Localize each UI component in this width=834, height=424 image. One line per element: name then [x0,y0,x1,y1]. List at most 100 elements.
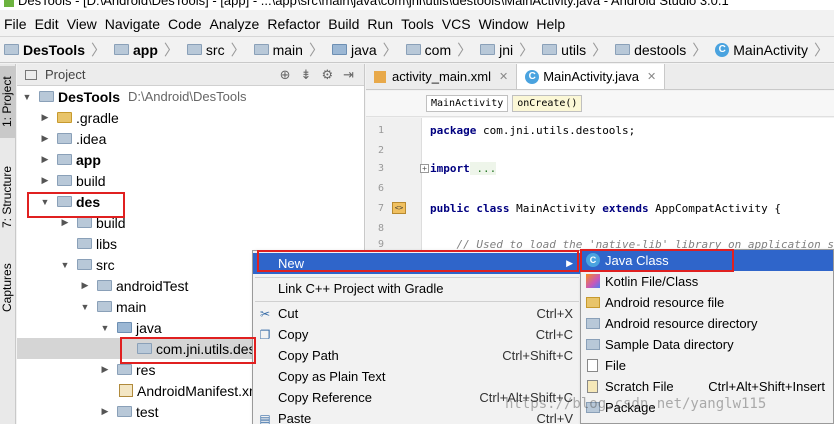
source-folder-icon [117,322,132,333]
menu-code[interactable]: Code [166,16,207,32]
menu-run[interactable]: Run [365,16,399,32]
package-icon [405,44,421,55]
chevron-right-icon: 〉 [457,42,473,59]
activity-gutter-icon[interactable]: <> [392,202,406,214]
module-folder-icon [57,196,72,207]
gear-icon[interactable]: ⚙ [321,67,333,83]
tab-activity-main-xml[interactable]: activity_main.xml ✕ [366,64,518,89]
tree-item-gradle[interactable]: ▶ .gradle [17,107,364,128]
tree-item-build[interactable]: ▶ build [17,170,364,191]
collapse-arrow-icon[interactable]: ▶ [39,175,51,186]
crumb-java[interactable]: java 〉 [331,39,402,60]
collapse-arrow-icon[interactable]: ▶ [39,112,51,123]
menu-item-paste[interactable]: ▤ Paste Ctrl+V [253,408,581,424]
package-icon [137,343,152,354]
menu-vcs[interactable]: VCS [440,16,477,32]
submenu-item-android-resource-directory[interactable]: Android resource directory [581,313,833,334]
editor-crumb-method[interactable]: onCreate() [512,95,583,112]
crumb-src[interactable]: src 〉 [186,39,250,60]
tree-item-idea[interactable]: ▶ .idea [17,128,364,149]
fold-expand-icon[interactable]: + [420,164,429,173]
menu-navigate[interactable]: Navigate [103,16,166,32]
menu-view[interactable]: View [65,16,103,32]
tab-captures-tool[interactable]: Captures [0,258,16,318]
expand-arrow-icon[interactable]: ▼ [21,92,33,102]
editor-crumb-class[interactable]: MainActivity [426,95,509,112]
chevron-right-icon: 〉 [813,42,829,59]
collapse-arrow-icon[interactable]: ▶ [99,406,111,417]
menu-analyze[interactable]: Analyze [208,16,266,32]
collapse-all-icon[interactable]: ⇟ [301,67,312,83]
package-icon [615,44,631,55]
chevron-right-icon: 〉 [90,42,106,59]
menu-item-cut[interactable]: ✂ Cut Ctrl+X [253,303,581,324]
chevron-right-icon: 〉 [692,42,708,59]
menu-tools[interactable]: Tools [399,16,440,32]
project-view-icon [25,69,37,80]
hide-panel-icon[interactable]: ⇥ [343,67,354,83]
submenu-item-scratch-file[interactable]: Scratch File Ctrl+Alt+Shift+Insert [581,376,833,397]
expand-arrow-icon[interactable]: ▼ [99,323,111,333]
submenu-item-package[interactable]: Package [581,397,833,418]
tree-item-des-build[interactable]: ▶ build [17,212,364,233]
menu-item-new[interactable]: New ▶ [253,253,581,274]
menu-build[interactable]: Build [326,16,365,32]
crumb-utils[interactable]: utils 〉 [542,39,611,60]
crumb-app[interactable]: app 〉 [114,39,183,60]
expand-arrow-icon[interactable]: ▼ [59,260,71,270]
menu-refactor[interactable]: Refactor [265,16,326,32]
menu-bar: File Edit View Navigate Code Analyze Ref… [0,13,834,35]
menu-item-copy-plain-text[interactable]: Copy as Plain Text [253,366,581,387]
submenu-item-sample-data-directory[interactable]: Sample Data directory [581,334,833,355]
menu-item-copy-reference[interactable]: Copy Reference Ctrl+Alt+Shift+C [253,387,581,408]
submenu-arrow-icon: ▶ [566,258,573,268]
scissors-icon: ✂ [259,306,271,321]
folder-icon [97,301,112,312]
submenu-item-kotlin-file[interactable]: Kotlin File/Class [581,271,833,292]
crumb-destools-package[interactable]: destools 〉 [615,39,711,60]
expand-arrow-icon[interactable]: ▼ [39,197,51,207]
crumb-com[interactable]: com 〉 [405,39,476,60]
menu-edit[interactable]: Edit [33,16,65,32]
tab-mainactivity-java[interactable]: C MainActivity.java ✕ [517,64,666,89]
expand-arrow-icon[interactable]: ▼ [79,302,91,312]
editor-breadcrumb: MainActivity onCreate() [366,91,834,117]
menu-item-copy-path[interactable]: Copy Path Ctrl+Shift+C [253,345,581,366]
tab-project-tool[interactable]: 1: Project [0,66,16,138]
project-panel-title[interactable]: Project [45,67,85,82]
tree-item-destools[interactable]: ▼ DesTools D:\Android\DesTools [17,86,364,107]
tree-item-des[interactable]: ▼ des [17,191,364,212]
new-submenu: C Java Class Kotlin File/Class Android r… [580,249,834,424]
collapse-arrow-icon[interactable]: ▶ [39,133,51,144]
submenu-item-java-class[interactable]: C Java Class [581,250,833,271]
folder-icon [186,44,202,55]
crumb-main[interactable]: main 〉 [253,39,328,60]
collapse-arrow-icon[interactable]: ▶ [99,364,111,375]
collapse-arrow-icon[interactable]: ▶ [79,280,91,291]
chevron-right-icon: 〉 [308,42,324,59]
menu-window[interactable]: Window [477,16,535,32]
menu-help[interactable]: Help [534,16,571,32]
package-icon [586,402,600,413]
crumb-jni[interactable]: jni 〉 [480,39,538,60]
tree-item-app[interactable]: ▶ app [17,149,364,170]
menu-separator [255,301,579,302]
resource-folder-icon [117,364,132,375]
submenu-item-file[interactable]: File [581,355,833,376]
tab-structure-tool[interactable]: 7: Structure [0,156,16,238]
locate-icon[interactable]: ⊕ [280,67,291,83]
crumb-destools[interactable]: DesTools 〉 [4,39,110,60]
folder-icon [586,339,600,350]
menu-file[interactable]: File [2,16,33,32]
submenu-item-android-resource-file[interactable]: Android resource file [581,292,833,313]
folder-icon [77,259,92,270]
menu-item-link-cpp[interactable]: Link C++ Project with Gradle [253,278,581,299]
folder-icon [57,133,72,144]
close-icon[interactable]: ✕ [647,70,656,83]
menu-item-copy[interactable]: ❐ Copy Ctrl+C [253,324,581,345]
crumb-mainactivity[interactable]: C MainActivity 〉 [715,39,833,60]
collapse-arrow-icon[interactable]: ▶ [39,154,51,165]
java-class-icon: C [586,253,600,267]
close-icon[interactable]: ✕ [499,70,508,83]
collapse-arrow-icon[interactable]: ▶ [59,217,71,228]
